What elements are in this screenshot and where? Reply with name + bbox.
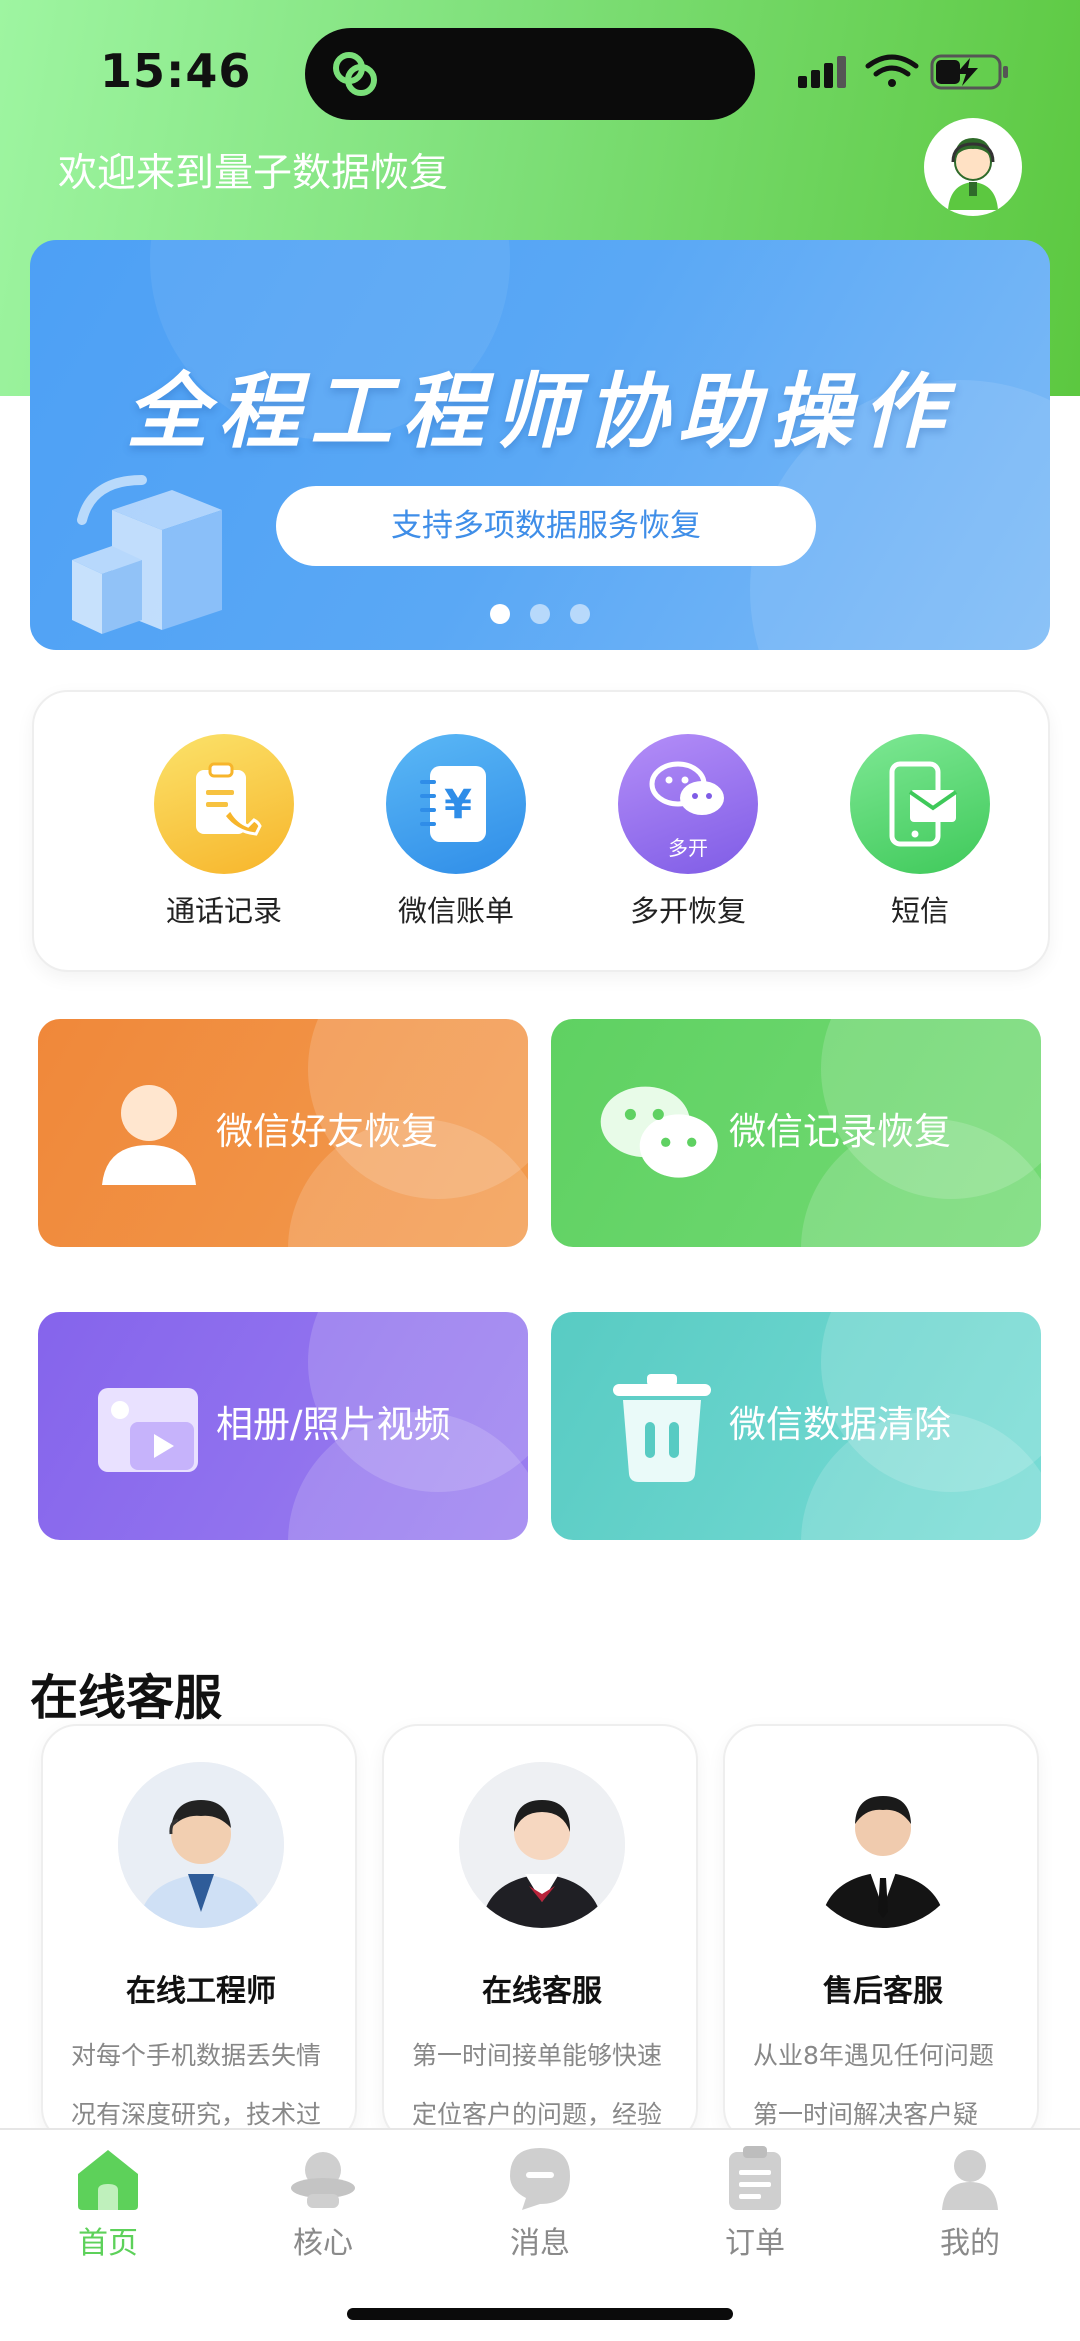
- quick-action-sms[interactable]: 短信: [840, 734, 1000, 930]
- carousel-indicator: [490, 604, 600, 624]
- status-bar: 15:46: [0, 0, 1080, 140]
- aftersales-avatar: [800, 1762, 966, 1928]
- tab-orders[interactable]: 订单: [685, 2144, 825, 2262]
- tab-core[interactable]: 核心: [253, 2144, 393, 2262]
- tab-label: 消息: [510, 2226, 570, 2261]
- banner-pill-button[interactable]: 支持多项数据服务恢复: [276, 486, 816, 566]
- order-icon: [729, 2146, 781, 2210]
- user-avatar[interactable]: [924, 118, 1022, 216]
- sms-icon: [850, 734, 990, 874]
- quick-actions-card: 通话记录 ¥ 微信账单 多开 多开恢复 短信: [32, 690, 1050, 972]
- tab-profile[interactable]: 我的: [900, 2144, 1040, 2262]
- feature-label: 微信数据清除: [729, 1403, 951, 1446]
- status-icons: [798, 54, 1008, 90]
- feature-wechat-friend-recovery[interactable]: 微信好友恢复: [38, 1019, 528, 1247]
- support-card-aftersales[interactable]: 售后客服 从业8年遇见任何问题 第一时间解决客户疑: [723, 1724, 1039, 2144]
- support-desc: 第一时间接单能够快速 定位客户的问题，经验: [412, 2041, 663, 2129]
- feature-wechat-data-clear[interactable]: 微信数据清除: [551, 1312, 1041, 1540]
- tab-label: 我的: [940, 2226, 1000, 2261]
- svg-text:¥: ¥: [444, 782, 472, 828]
- tab-label: 核心: [293, 2226, 353, 2261]
- support-desc: 对每个手机数据丢失情 况有深度研究，技术过: [71, 2041, 322, 2129]
- wifi-icon: [865, 54, 919, 87]
- home-icon: [78, 2150, 138, 2210]
- quick-action-call-log[interactable]: 通话记录: [144, 734, 304, 930]
- multi-open-badge: 多开: [668, 836, 708, 860]
- banner-title: 全程工程师协助操作: [126, 364, 954, 460]
- quick-action-label: 多开恢复: [629, 894, 746, 928]
- message-icon: [510, 2148, 570, 2210]
- quick-action-multi-open[interactable]: 多开 多开恢复: [608, 734, 768, 930]
- tab-label: 订单: [725, 2226, 785, 2261]
- wechat-bill-icon: ¥: [386, 734, 526, 874]
- tab-label: 首页: [78, 2226, 138, 2261]
- carousel-dot[interactable]: [490, 604, 510, 624]
- support-name: 在线客服: [482, 1974, 602, 2009]
- feature-label: 微信好友恢复: [216, 1110, 438, 1153]
- photo-video-icon: [98, 1388, 198, 1472]
- support-section-title: 在线客服: [30, 1670, 223, 1726]
- dynamic-island: [305, 28, 755, 120]
- support-name: 在线工程师: [126, 1974, 276, 2009]
- trash-icon: [613, 1374, 711, 1482]
- quick-action-label: 微信账单: [397, 894, 514, 928]
- support-agent-icon: [948, 138, 998, 210]
- status-time: 15:46: [100, 44, 252, 98]
- quick-action-wechat-bill[interactable]: ¥ 微信账单: [376, 734, 536, 930]
- friend-icon: [102, 1085, 196, 1185]
- tab-messages[interactable]: 消息: [470, 2144, 610, 2262]
- home-indicator: [347, 2308, 733, 2320]
- profile-icon: [942, 2150, 998, 2210]
- carousel-dot[interactable]: [570, 604, 590, 624]
- quick-action-label: 通话记录: [165, 894, 282, 928]
- quick-action-label: 短信: [890, 894, 949, 928]
- support-card-service[interactable]: 在线客服 第一时间接单能够快速 定位客户的问题，经验: [382, 1724, 698, 2144]
- signal-icon: [798, 56, 846, 88]
- multi-open-icon: 多开: [618, 734, 758, 874]
- tab-home[interactable]: 首页: [38, 2144, 178, 2262]
- carousel-dot[interactable]: [530, 604, 550, 624]
- call-log-icon: [154, 734, 294, 874]
- wechat-icon: [600, 1086, 718, 1178]
- feature-label: 微信记录恢复: [729, 1110, 951, 1153]
- engineer-avatar: [118, 1762, 284, 1928]
- welcome-text: 欢迎来到量子数据恢复: [58, 151, 449, 196]
- promo-banner[interactable]: 全程工程师协助操作 支持多项数据服务恢复: [30, 240, 1050, 650]
- feature-label: 相册/照片视频: [216, 1403, 451, 1446]
- service-avatar: [459, 1762, 625, 1928]
- support-card-engineer[interactable]: 在线工程师 对每个手机数据丢失情 况有深度研究，技术过: [41, 1724, 357, 2144]
- feature-wechat-record-recovery[interactable]: 微信记录恢复: [551, 1019, 1041, 1247]
- support-name: 售后客服: [823, 1974, 943, 2009]
- core-icon: [291, 2152, 355, 2208]
- data-blocks-illustration: [72, 475, 222, 634]
- support-desc: 从业8年遇见任何问题 第一时间解决客户疑: [753, 2041, 994, 2129]
- battery-icon: [930, 54, 1008, 90]
- link-app-icon: [333, 52, 377, 96]
- feature-photo-video[interactable]: 相册/照片视频: [38, 1312, 528, 1540]
